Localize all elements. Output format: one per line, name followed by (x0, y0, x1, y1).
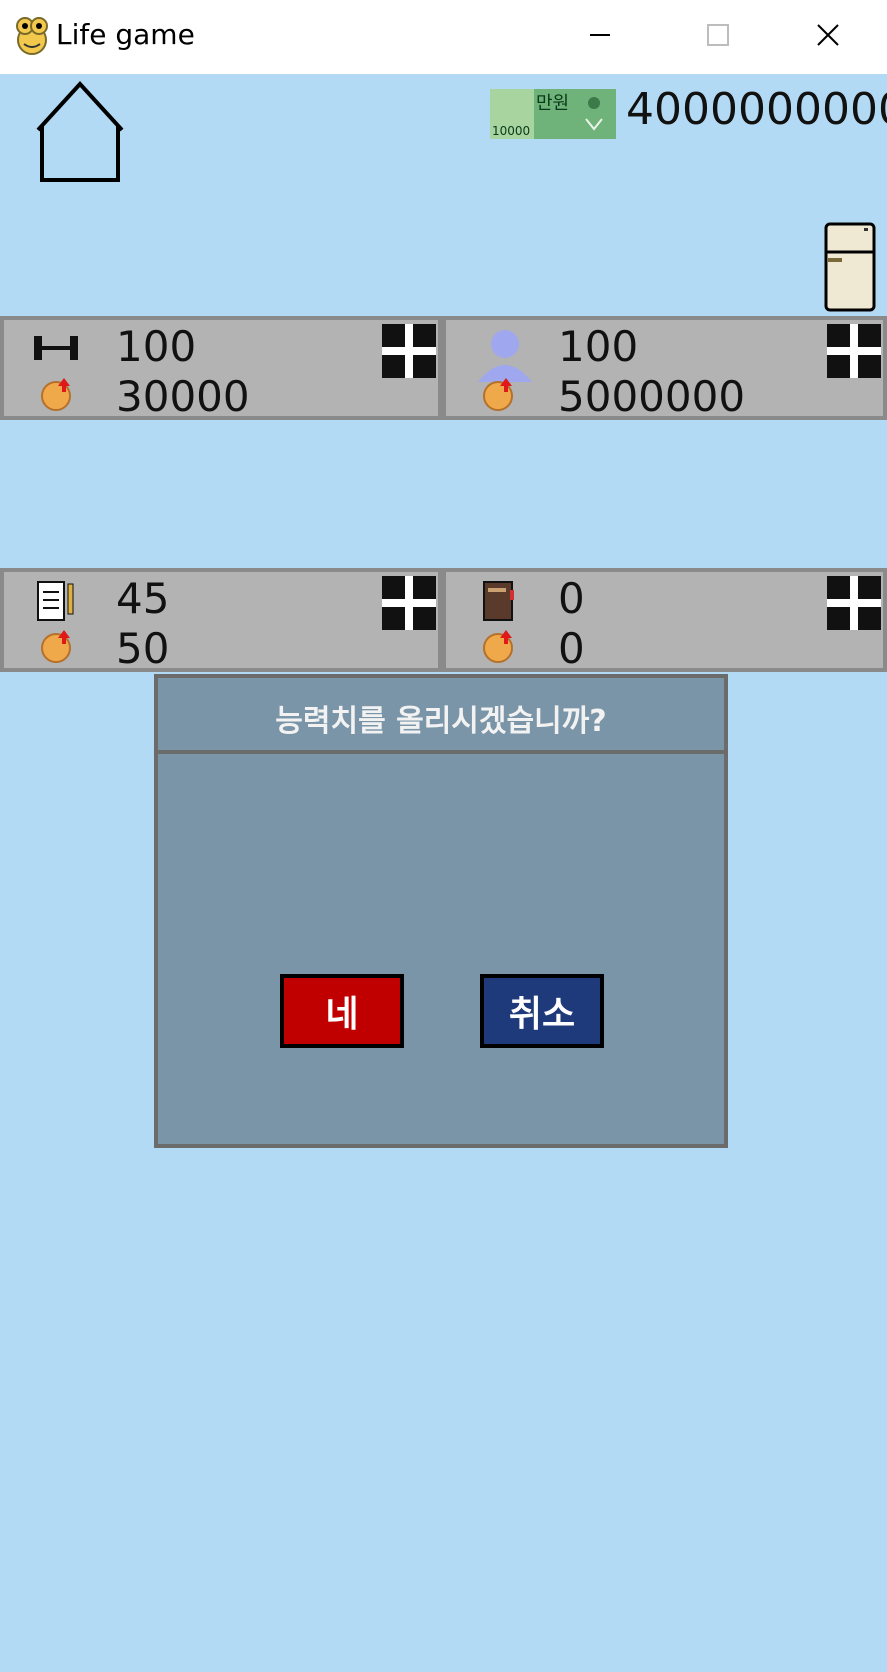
upgrade-confirm-dialog: 능력치를 올리시겠습니까? 네 취소 (154, 674, 728, 1148)
coin-upgrade-icon (482, 376, 518, 412)
dialog-title: 능력치를 올리시겠습니까? (275, 704, 607, 739)
maximize-button[interactable] (659, 0, 777, 74)
refrigerator-icon[interactable] (824, 222, 876, 316)
coin-upgrade-icon (40, 628, 76, 664)
yes-button[interactable]: 네 (280, 974, 404, 1048)
stat-panel-charm: 100 5000000 (442, 316, 887, 421)
stat-panel-strength: 100 30000 (0, 316, 442, 421)
upgrade-plus-button[interactable] (827, 576, 881, 630)
dialog-header: 능력치를 올리시겠습니까? (158, 678, 724, 754)
svg-text:만원: 만원 (536, 93, 569, 114)
upgrade-plus-button[interactable] (827, 324, 881, 378)
game-area: 만원 10000 4000000000 100 30000 100 500000… (0, 74, 887, 1672)
upgrade-plus-button[interactable] (382, 576, 436, 630)
stat-level: 45 (116, 574, 170, 623)
coin-upgrade-icon (40, 376, 76, 412)
money-value: 4000000000 (626, 84, 887, 135)
svg-text:10000: 10000 (492, 124, 530, 138)
person-icon (474, 328, 532, 382)
stat-level: 100 (116, 322, 197, 371)
coin-upgrade-icon (482, 628, 518, 664)
close-icon (816, 23, 840, 51)
stat-panel-study: 45 50 (0, 568, 442, 673)
stat-cost: 5000000 (558, 372, 746, 421)
window-titlebar: Life game (0, 0, 887, 74)
notepad-icon (32, 580, 80, 621)
stat-level: 100 (558, 322, 639, 371)
stat-cost: 50 (116, 624, 170, 673)
stat-cost: 0 (558, 624, 585, 673)
home-icon[interactable] (32, 80, 128, 188)
window-title: Life game (56, 18, 195, 51)
minimize-icon (589, 24, 611, 50)
book-icon (474, 580, 522, 621)
maximize-icon (707, 24, 729, 50)
korean-banknote-icon: 만원 10000 (490, 89, 616, 139)
stat-panel-knowledge: 0 0 (442, 568, 887, 673)
pygame-snake-icon (12, 14, 52, 56)
upgrade-plus-button[interactable] (382, 324, 436, 378)
minimize-button[interactable] (541, 0, 659, 74)
stat-cost: 30000 (116, 372, 250, 421)
stat-level: 0 (558, 574, 585, 623)
close-button[interactable] (769, 0, 887, 74)
dumbbell-icon (32, 328, 80, 368)
cancel-button[interactable]: 취소 (480, 974, 604, 1048)
